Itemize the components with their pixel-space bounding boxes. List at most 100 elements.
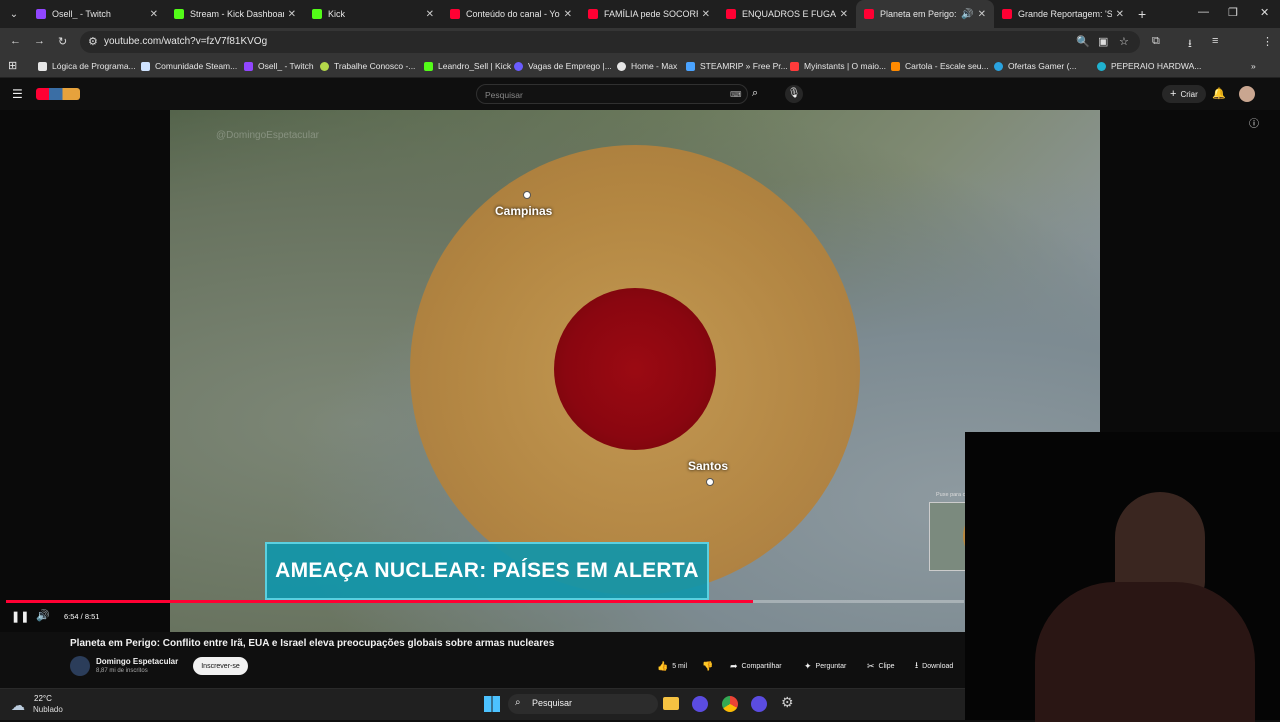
new-tab-button[interactable]: + [1138, 6, 1146, 22]
weather-temp[interactable]: 22°C [34, 694, 52, 703]
channel-avatar[interactable] [70, 656, 90, 676]
browser-tab[interactable]: Kick ✕ [304, 0, 442, 28]
volume-icon[interactable]: 🔊 [36, 609, 50, 622]
settings-gear-icon[interactable]: ⚙ [781, 694, 794, 711]
bookmark-item[interactable]: Home - Max [617, 61, 677, 71]
subscribe-button[interactable]: Inscrever-se [193, 657, 248, 675]
ask-button[interactable]: ✦ Perguntar [804, 658, 846, 674]
account-avatar[interactable] [1239, 86, 1255, 102]
window-close-icon[interactable]: ✕ [1260, 6, 1269, 19]
forward-icon[interactable]: → [34, 35, 45, 47]
share-button[interactable]: ➦ Compartilhar [730, 658, 782, 674]
clip-button[interactable]: ✂ Clipe [867, 658, 895, 674]
bookmark-label: Myinstants | O maio... [804, 61, 887, 71]
tab-search-chevron-icon[interactable]: ⌄ [0, 9, 28, 20]
progress-bar[interactable] [6, 600, 964, 603]
apps-icon[interactable]: ⊞ [8, 59, 17, 72]
site-info-icon[interactable]: ⚙ [88, 35, 98, 48]
app-icon[interactable] [751, 696, 767, 712]
time-display: 6:54 / 8:51 [64, 612, 100, 621]
weather-desc: Nublado [33, 705, 63, 714]
browser-tab[interactable]: Grande Reportagem: 'Se ✕ [994, 0, 1132, 28]
close-icon[interactable]: ✕ [702, 9, 710, 20]
minimize-icon[interactable]: — [1198, 6, 1209, 18]
hamburger-menu-icon[interactable]: ☰ [12, 87, 23, 101]
streamer-body [1035, 582, 1255, 722]
bookmark-item[interactable]: STEAMRIP » Free Pr... [686, 61, 788, 71]
city-label-santos: Santos [688, 459, 729, 473]
media-icon[interactable]: ≡ [1212, 35, 1218, 47]
download-icon[interactable]: ⭳ [1188, 35, 1192, 54]
youtube-logo[interactable] [36, 88, 80, 100]
zoom-icon[interactable]: 🔍 [1076, 35, 1090, 48]
file-explorer-icon[interactable] [663, 697, 679, 710]
keyboard-icon[interactable]: ⌨ [730, 90, 742, 99]
bookmark-item[interactable]: Leandro_Sell | Kick [424, 61, 511, 71]
channel-name[interactable]: Domingo Espetacular [96, 657, 178, 666]
bookmark-label: Leandro_Sell | Kick [438, 61, 512, 71]
close-icon[interactable]: ✕ [150, 9, 158, 20]
progress-fill [6, 600, 754, 603]
map-pin [523, 191, 531, 199]
notifications-bell-icon[interactable]: 🔔 [1212, 87, 1226, 100]
menu-icon[interactable]: ⋮ [1262, 35, 1273, 48]
bookmark-item[interactable]: Vagas de Emprego |... [514, 61, 612, 71]
tab-title: Kick [328, 9, 346, 19]
steam-icon [141, 61, 150, 71]
voice-search-icon[interactable]: 🎙 [785, 85, 803, 103]
bookmark-star-icon[interactable]: ☆ [1119, 35, 1129, 48]
bookmark-item[interactable]: Lógica de Programa... [38, 61, 136, 71]
bookmark-item[interactable]: PEPERAIO HARDWA... [1097, 61, 1201, 71]
download-button[interactable]: ⭳ Download [915, 658, 953, 674]
browser-tab-active[interactable]: Planeta em Perigo: C 🔊 ✕ [856, 0, 994, 28]
search-button[interactable]: ⌕ [752, 87, 758, 100]
info-icon[interactable]: ⓘ [1249, 115, 1259, 130]
app-icon[interactable] [692, 696, 708, 712]
bookmark-item[interactable]: Cartola - Escale seu... [891, 61, 989, 71]
windows-start-icon[interactable] [484, 696, 500, 712]
like-count: 5 mil [672, 662, 687, 670]
kick-icon [424, 61, 433, 71]
dislike-button[interactable]: 👎 [702, 658, 717, 674]
back-icon[interactable]: ← [10, 35, 21, 47]
tab-title: Stream - Kick Dashboard [190, 9, 284, 19]
bookmark-item[interactable]: Osell_ - Twitch [244, 61, 314, 71]
bookmark-icon [891, 61, 900, 71]
restore-icon[interactable]: ❐ [1228, 6, 1238, 19]
close-icon[interactable]: ✕ [978, 9, 986, 20]
audio-icon[interactable]: 🔊 [961, 9, 973, 20]
tab-title: Grande Reportagem: 'Se [1018, 9, 1112, 19]
bookmark-item[interactable]: Trabalhe Conosco -... [320, 61, 415, 71]
reload-icon[interactable]: ↻ [58, 35, 67, 48]
scissors-icon: ✂ [867, 660, 875, 671]
cast-icon[interactable]: ▣ [1098, 35, 1108, 48]
close-icon[interactable]: ✕ [426, 9, 434, 20]
bookmark-item[interactable]: Ofertas Gamer (... [994, 61, 1077, 71]
create-button[interactable]: + Criar [1162, 85, 1206, 103]
close-icon[interactable]: ✕ [564, 9, 572, 20]
bookmark-icon [514, 61, 523, 71]
bookmark-icon [686, 61, 695, 71]
browser-tab[interactable]: Stream - Kick Dashboard ✕ [166, 0, 304, 28]
chrome-icon[interactable] [722, 696, 738, 712]
search-input[interactable]: Pesquisar [476, 84, 748, 104]
close-icon[interactable]: ✕ [840, 9, 848, 20]
close-icon[interactable]: ✕ [1116, 9, 1124, 20]
weather-cloud-icon[interactable]: ☁ [11, 697, 25, 714]
extensions-icon[interactable]: ⧉ [1152, 35, 1160, 48]
close-icon[interactable]: ✕ [288, 9, 296, 20]
news-banner: AMEAÇA NUCLEAR: PAÍSES EM ALERTA [265, 542, 709, 600]
pause-icon[interactable]: ❚❚ [11, 610, 29, 623]
browser-tab[interactable]: ENQUADROS E FUGAS DE ✕ [718, 0, 856, 28]
browser-tab[interactable]: Osell_ - Twitch ✕ [28, 0, 166, 28]
bookmark-item[interactable]: Comunidade Steam... [141, 61, 237, 71]
browser-tab[interactable]: FAMÍLIA pede SOCORRO ✕ [580, 0, 718, 28]
youtube-icon [864, 9, 874, 19]
more-bookmarks-icon[interactable]: » [1251, 61, 1256, 71]
browser-tab[interactable]: Conteúdo do canal - YouT ✕ [442, 0, 580, 28]
bookmark-label: STEAMRIP » Free Pr... [700, 61, 788, 71]
like-button[interactable]: 👍 5 mil [657, 658, 687, 674]
taskbar-search[interactable]: Pesquisar [508, 694, 658, 714]
tab-strip: ⌄ Osell_ - Twitch ✕ Stream - Kick Dashboa… [0, 0, 1280, 28]
bookmark-item[interactable]: Myinstants | O maio... [790, 61, 886, 71]
